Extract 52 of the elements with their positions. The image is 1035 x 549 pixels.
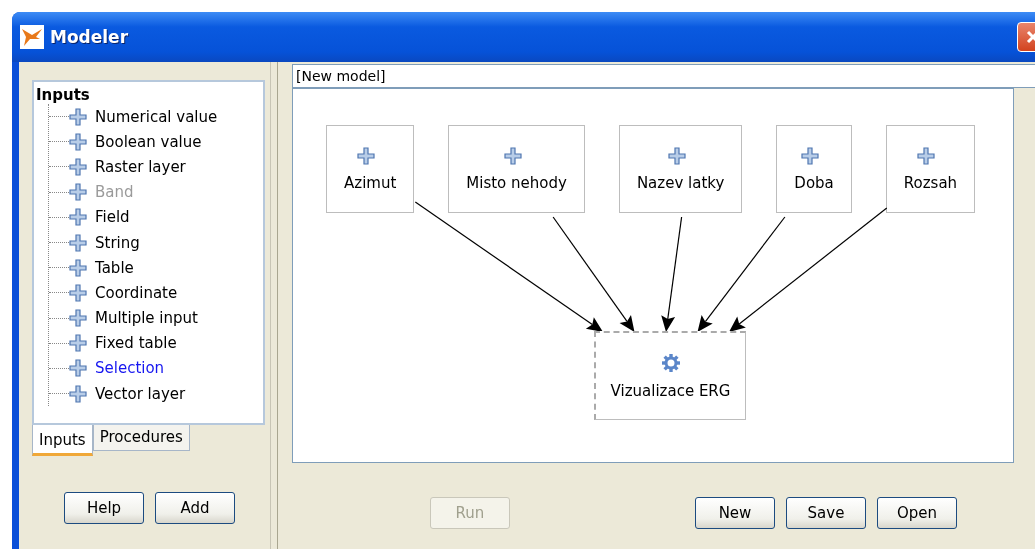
button[interactable]: Help [64,492,144,524]
input-node[interactable]: Azimut [326,125,415,213]
tree-item[interactable]: Numerical value [95,107,218,126]
node-label: Azimut [344,173,397,192]
plus-icon [69,107,87,126]
plus-icon [69,183,87,202]
input-node[interactable]: Doba [776,125,852,213]
app-logo-icon [20,25,44,49]
button[interactable]: Add [155,492,235,524]
gear-icon [660,352,681,373]
tree-item[interactable]: Boolean value [95,132,202,151]
button[interactable]: New [695,497,775,529]
plus-icon [667,146,686,165]
plus-icon [503,146,522,165]
tree-item[interactable]: Table [95,258,134,277]
button[interactable]: Save [786,497,866,529]
input-node[interactable]: Nazev latky [618,125,743,213]
plus-icon [69,132,87,151]
plus-icon [801,146,820,165]
plus-icon [357,146,376,165]
plus-icon [69,208,87,227]
tree-item[interactable]: Multiple input [95,309,198,328]
tree-item[interactable]: Coordinate [95,283,178,302]
input-node[interactable]: Misto nehody [448,125,585,213]
plus-icon [69,309,87,328]
tree-item[interactable]: Selection [95,359,165,378]
node-label: Nazev latky [636,173,725,192]
tree-item[interactable]: Field [95,208,130,227]
plus-icon [917,146,936,165]
node-label: Vizualizace ERG [610,381,731,400]
tab[interactable]: Procedures [92,425,190,451]
tree-item[interactable]: String [95,233,140,252]
tree-item[interactable]: Raster layer [95,157,186,176]
tab[interactable]: Inputs [32,425,93,456]
node-label: Doba [794,173,834,192]
plus-icon [69,283,87,302]
node-label: Misto nehody [466,173,567,192]
plus-icon [69,157,87,176]
window-title: Modeler [50,27,129,47]
algorithm-node[interactable]: Vizualizace ERG [594,331,746,420]
plus-icon [69,359,87,378]
button[interactable]: Open [877,497,957,529]
node-label: Rozsah [903,173,958,192]
tree-item[interactable]: Fixed table [95,334,177,353]
plus-icon [69,334,87,353]
input-node[interactable]: Rozsah [885,125,976,213]
plus-icon [69,384,87,403]
plus-icon [69,233,87,252]
tree-item[interactable]: Vector layer [95,384,186,403]
plus-icon [69,258,87,277]
tree-root[interactable]: Inputs [36,84,261,104]
model-name-field[interactable]: [New model] [292,64,1035,88]
